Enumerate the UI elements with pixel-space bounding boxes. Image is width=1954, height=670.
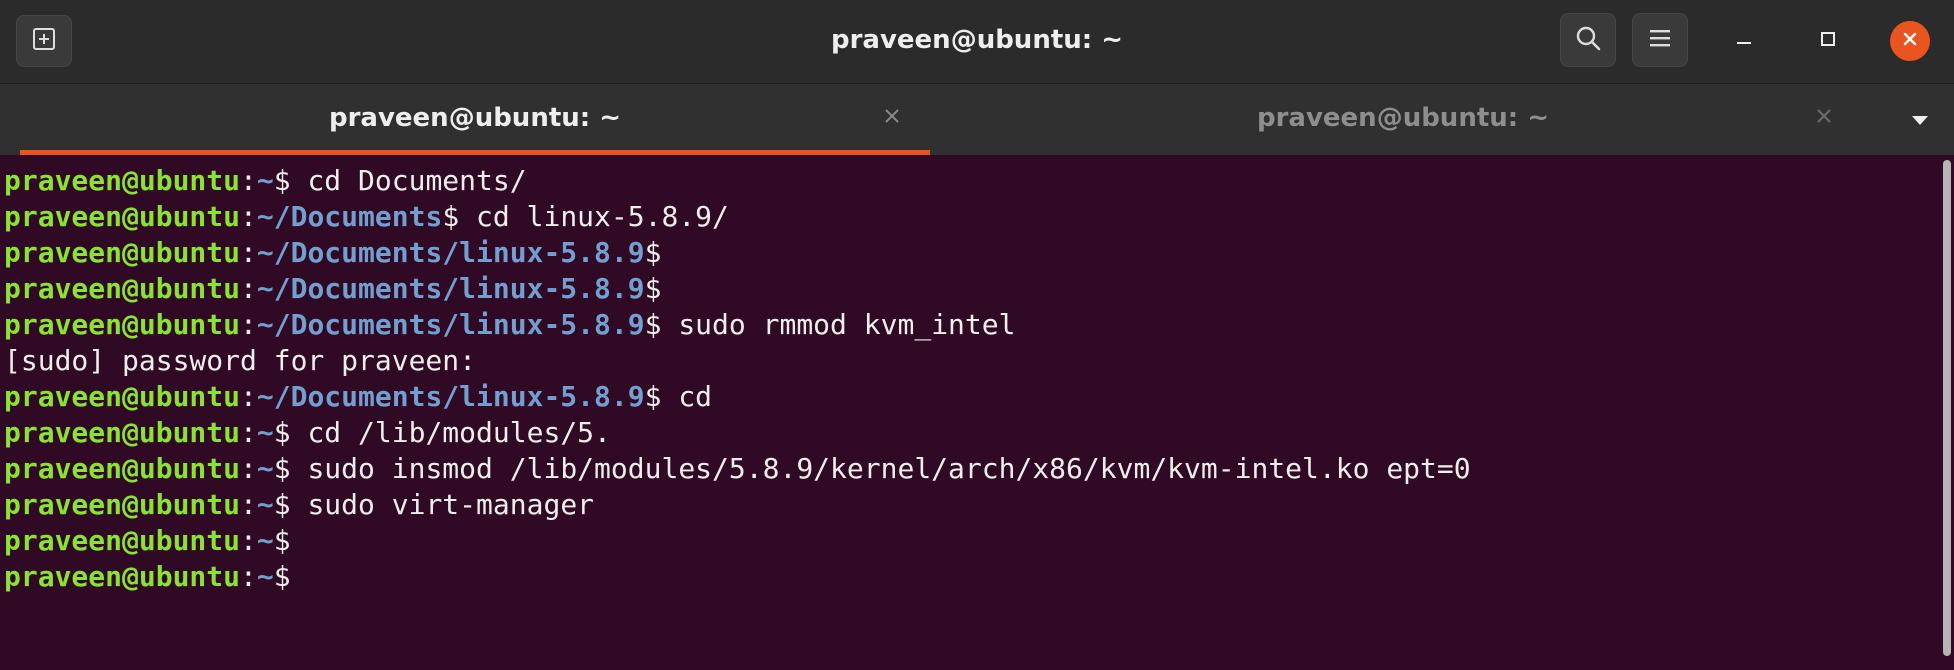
close-icon	[1815, 107, 1833, 129]
search-button[interactable]	[1560, 13, 1616, 67]
minimize-button[interactable]	[1722, 19, 1766, 63]
tab-2[interactable]: praveen@ubuntu: ~	[948, 84, 1858, 156]
tab-2-close-button[interactable]	[1808, 102, 1840, 134]
terminal-window: praveen@ubuntu: ~ praveen@ubuntu: ~ prav…	[0, 0, 1954, 670]
terminal-line: praveen@ubuntu:~$ sudo virt-manager	[4, 488, 595, 521]
terminal-line: praveen@ubuntu:~$	[4, 524, 291, 557]
tab-bar: praveen@ubuntu: ~ praveen@ubuntu: ~	[0, 83, 1954, 156]
new-tab-button[interactable]	[16, 15, 72, 67]
hamburger-menu-icon	[1648, 27, 1672, 53]
terminal-output-line: [sudo] password for praveen:	[4, 344, 477, 377]
tab-list-dropdown[interactable]	[1900, 102, 1940, 138]
minimize-icon	[1734, 29, 1754, 53]
tab-1[interactable]: praveen@ubuntu: ~	[20, 84, 930, 156]
terminal-line: praveen@ubuntu:~$ cd Documents/	[4, 164, 527, 197]
terminal-line: praveen@ubuntu:~/Documents/linux-5.8.9$ …	[4, 380, 713, 413]
terminal-output[interactable]: praveen@ubuntu:~$ cd Documents/ praveen@…	[0, 155, 1940, 670]
tab-1-label: praveen@ubuntu: ~	[328, 103, 622, 133]
search-icon	[1574, 24, 1602, 56]
close-button[interactable]	[1890, 21, 1930, 61]
scrollbar-thumb[interactable]	[1943, 160, 1951, 656]
chevron-down-icon	[1910, 111, 1930, 130]
menu-button[interactable]	[1632, 13, 1688, 67]
maximize-button[interactable]	[1806, 19, 1850, 63]
header-bar: praveen@ubuntu: ~	[0, 0, 1954, 83]
terminal-line: praveen@ubuntu:~/Documents/linux-5.8.9$ …	[4, 308, 1016, 341]
terminal-line: praveen@ubuntu:~$ cd /lib/modules/5.	[4, 416, 611, 449]
terminal-line: praveen@ubuntu:~/Documents$ cd linux-5.8…	[4, 200, 729, 233]
terminal-line: praveen@ubuntu:~$ sudo insmod /lib/modul…	[4, 452, 1471, 485]
maximize-icon	[1818, 29, 1838, 53]
tab-1-close-button[interactable]	[876, 102, 908, 134]
close-icon	[883, 107, 901, 129]
terminal-line: praveen@ubuntu:~/Documents/linux-5.8.9$	[4, 272, 662, 305]
tab-2-label: praveen@ubuntu: ~	[1256, 103, 1550, 133]
close-icon	[1901, 30, 1919, 52]
new-tab-icon	[31, 26, 57, 56]
terminal-line: praveen@ubuntu:~$	[4, 560, 291, 593]
terminal-line: praveen@ubuntu:~/Documents/linux-5.8.9$	[4, 236, 662, 269]
